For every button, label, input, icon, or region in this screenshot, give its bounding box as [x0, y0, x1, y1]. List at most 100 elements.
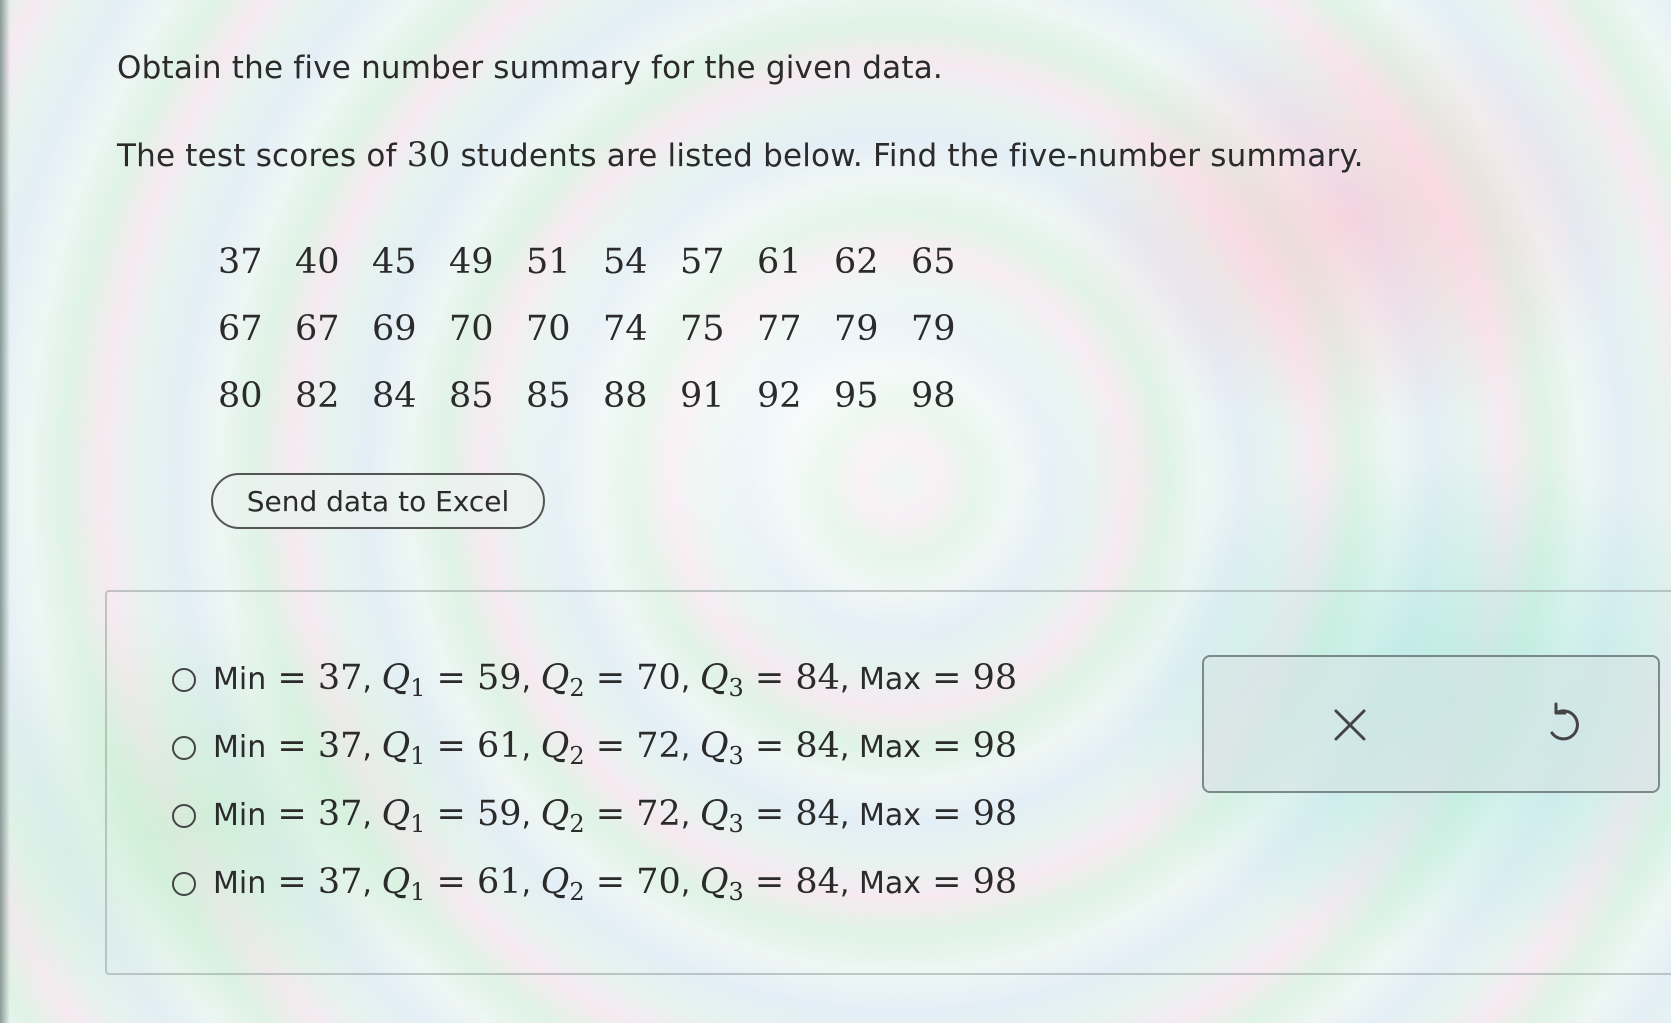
separator: ,	[680, 662, 700, 697]
min-label: Min	[213, 866, 267, 901]
score-cell: 61	[757, 241, 802, 282]
score-cell: 37	[218, 241, 263, 282]
score-cell: 49	[449, 241, 494, 282]
q-symbol: Q	[540, 726, 570, 766]
score-cell: 62	[834, 241, 879, 282]
option-label: Min = 37, Q1 = 59, Q2 = 72, Q3 = 84, Max…	[213, 794, 1017, 838]
equals-sign: =	[743, 658, 796, 698]
q1-value: 59	[477, 658, 522, 698]
separator: ,	[362, 866, 382, 901]
max-value: 98	[972, 726, 1018, 766]
table-row: 37 40 45 49 51 54 57 61 62 65	[218, 228, 988, 295]
question-title: Obtain the five number summary for the g…	[117, 50, 943, 86]
option-label: Min = 37, Q1 = 61, Q2 = 72, Q3 = 84, Max…	[213, 726, 1017, 770]
equals-sign: =	[425, 726, 477, 766]
table-row: 67 67 69 70 70 74 75 77 79 79	[218, 295, 988, 362]
answer-tools-panel	[1202, 655, 1660, 793]
score-cell: 79	[911, 308, 956, 349]
score-cell: 65	[911, 241, 956, 282]
score-cell: 54	[603, 241, 648, 282]
equals-sign: =	[584, 726, 637, 766]
answer-option-a[interactable]: Min = 37, Q1 = 59, Q2 = 70, Q3 = 84, Max…	[172, 652, 1017, 708]
score-cell: 85	[526, 375, 571, 416]
answer-option-d[interactable]: Min = 37, Q1 = 61, Q2 = 70, Q3 = 84, Max…	[172, 856, 1017, 912]
option-label: Min = 37, Q1 = 61, Q2 = 70, Q3 = 84, Max…	[213, 862, 1017, 906]
max-label: Max	[859, 662, 922, 697]
q2-subscript: 2	[569, 742, 585, 770]
answer-option-c[interactable]: Min = 37, Q1 = 59, Q2 = 72, Q3 = 84, Max…	[172, 788, 1017, 844]
equals-sign: =	[584, 794, 637, 834]
clear-button[interactable]	[1320, 697, 1380, 753]
max-value: 98	[972, 862, 1018, 902]
x-icon	[1334, 709, 1366, 741]
min-value: 37	[317, 658, 363, 698]
q-symbol: Q	[381, 726, 411, 766]
q-symbol: Q	[699, 794, 729, 834]
radio-button[interactable]	[172, 804, 196, 828]
q3-subscript: 3	[728, 674, 744, 702]
separator: ,	[839, 798, 859, 833]
min-label: Min	[213, 662, 267, 697]
send-data-to-excel-button[interactable]: Send data to Excel	[211, 473, 545, 529]
separator: ,	[839, 730, 859, 765]
q3-value: 84	[795, 658, 840, 698]
q1-value: 59	[477, 794, 522, 834]
q-symbol: Q	[699, 658, 729, 698]
separator: ,	[521, 798, 541, 833]
q2-value: 70	[636, 862, 681, 902]
score-cell: 95	[834, 375, 879, 416]
q-symbol: Q	[381, 794, 411, 834]
equals-sign: =	[584, 862, 637, 902]
table-row: 80 82 84 85 85 88 91 92 95 98	[218, 362, 988, 429]
radio-button[interactable]	[172, 872, 196, 896]
min-value: 37	[317, 726, 363, 766]
q2-subscript: 2	[569, 810, 585, 838]
option-label: Min = 37, Q1 = 59, Q2 = 70, Q3 = 84, Max…	[213, 658, 1017, 702]
separator: ,	[680, 866, 700, 901]
score-cell: 91	[680, 375, 725, 416]
q1-subscript: 1	[410, 878, 426, 906]
separator: ,	[362, 798, 382, 833]
score-cell: 79	[834, 308, 879, 349]
separator: ,	[521, 662, 541, 697]
q3-subscript: 3	[728, 810, 744, 838]
q1-subscript: 1	[410, 674, 426, 702]
q3-value: 84	[795, 794, 840, 834]
score-cell: 92	[757, 375, 802, 416]
answer-option-b[interactable]: Min = 37, Q1 = 61, Q2 = 72, Q3 = 84, Max…	[172, 720, 1017, 776]
equals-sign: =	[266, 862, 318, 902]
screen-edge-shadow	[0, 0, 10, 1023]
equals-sign: =	[921, 726, 973, 766]
equals-sign: =	[425, 658, 477, 698]
equals-sign: =	[266, 726, 318, 766]
equals-sign: =	[921, 862, 973, 902]
q3-value: 84	[795, 726, 840, 766]
equals-sign: =	[743, 726, 796, 766]
question-text-before: The test scores of	[117, 138, 407, 174]
q1-value: 61	[477, 726, 522, 766]
question-text: The test scores of 30 students are liste…	[117, 135, 1364, 175]
max-value: 98	[972, 658, 1018, 698]
separator: ,	[839, 866, 859, 901]
q1-subscript: 1	[410, 810, 426, 838]
undo-button[interactable]	[1534, 697, 1594, 753]
min-value: 37	[317, 794, 363, 834]
separator: ,	[839, 662, 859, 697]
radio-button[interactable]	[172, 668, 196, 692]
radio-button[interactable]	[172, 736, 196, 760]
q2-value: 70	[636, 658, 681, 698]
q-symbol: Q	[699, 726, 729, 766]
student-count: 30	[406, 135, 451, 175]
question-text-after: students are listed below. Find the five…	[450, 138, 1364, 174]
q1-subscript: 1	[410, 742, 426, 770]
q-symbol: Q	[381, 862, 411, 902]
q2-value: 72	[636, 794, 681, 834]
score-cell: 75	[680, 308, 725, 349]
q-symbol: Q	[699, 862, 729, 902]
max-label: Max	[859, 866, 922, 901]
score-cell: 40	[295, 241, 340, 282]
min-label: Min	[213, 798, 267, 833]
equals-sign: =	[921, 794, 973, 834]
equals-sign: =	[266, 794, 318, 834]
q-symbol: Q	[381, 658, 411, 698]
